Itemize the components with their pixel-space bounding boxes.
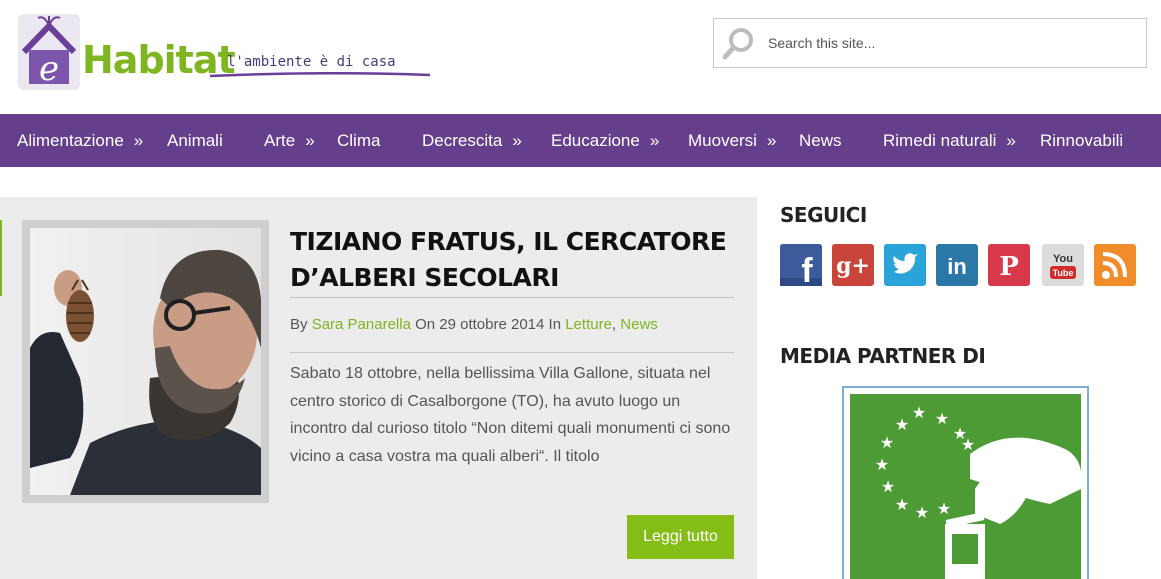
twitter-icon[interactable] — [884, 244, 926, 286]
post-thumbnail[interactable] — [22, 220, 269, 503]
media-partner-title: MEDIA PARTNER DI — [780, 344, 986, 368]
submenu-arrow-icon: » — [512, 131, 522, 150]
meta-date: On 29 ottobre 2014 In — [415, 316, 562, 333]
nav-item-clima[interactable]: Clima — [337, 114, 380, 167]
svg-text:g+: g+ — [836, 253, 870, 279]
category-link-letture[interactable]: Letture — [565, 316, 612, 333]
nav-label: Alimentazione — [17, 131, 124, 150]
nav-label: Rimedi naturali — [883, 131, 997, 150]
svg-text:Tube: Tube — [1053, 268, 1074, 278]
submenu-arrow-icon: » — [133, 131, 144, 150]
nav-item-rinnovabili[interactable]: Rinnovabili — [1040, 114, 1123, 167]
submenu-arrow-icon: » — [305, 131, 315, 150]
svg-text:★: ★ — [937, 499, 951, 518]
nav-item-news[interactable]: News — [799, 114, 842, 167]
google-plus-icon[interactable]: g+ — [832, 244, 874, 286]
svg-text:★: ★ — [961, 435, 975, 454]
nav-label: Educazione — [551, 131, 640, 150]
svg-text:★: ★ — [912, 403, 926, 422]
svg-text:★: ★ — [895, 415, 909, 434]
svg-text:★: ★ — [880, 433, 894, 452]
youtube-icon[interactable]: You Tube — [1042, 244, 1084, 286]
svg-text:You: You — [1053, 253, 1073, 265]
media-partner-badge[interactable]: ★ ★ ★ ★ ★ ★ ★ ★ ★ ★ ★ — [842, 386, 1089, 579]
follow-title: SEGUICI — [780, 203, 867, 227]
nav-label: Animali — [167, 131, 223, 150]
linkedin-icon[interactable]: in — [936, 244, 978, 286]
nav-label: Rinnovabili — [1040, 131, 1124, 150]
portrait-photo — [30, 228, 261, 495]
post-title[interactable]: TIZIANO FRATUS, IL CERCATORE D’ALBERI SE… — [290, 224, 740, 296]
svg-text:★: ★ — [915, 503, 929, 522]
facebook-icon[interactable]: f — [780, 244, 822, 290]
svg-text:★: ★ — [875, 455, 889, 474]
nav-item-decrescita[interactable]: Decrescita » — [422, 114, 522, 167]
nav-label: Clima — [337, 131, 381, 150]
nav-label: Arte — [264, 131, 296, 150]
submenu-arrow-icon: » — [1006, 131, 1016, 150]
nav-item-animali[interactable]: Animali — [167, 114, 223, 167]
submenu-arrow-icon: » — [766, 131, 777, 150]
divider — [290, 297, 734, 298]
nav-label: News — [799, 131, 842, 150]
logo-house-icon: e — [18, 14, 80, 90]
eu-recycling-logo: ★ ★★ ★★★ ★★ ★ ★★ — [850, 394, 1081, 579]
search-icon[interactable] — [722, 27, 756, 61]
read-more-button[interactable]: Leggi tutto — [627, 515, 734, 559]
nav-label: Decrescita — [422, 131, 503, 150]
nav-item-arte[interactable]: Arte » — [264, 114, 315, 167]
submenu-arrow-icon: » — [649, 131, 660, 150]
nav-item-muoversi[interactable]: Muoversi » — [688, 114, 776, 167]
post-meta: By Sara Panarella On 29 ottobre 2014 In … — [290, 316, 658, 333]
pinterest-icon[interactable]: P — [988, 244, 1030, 286]
svg-text:f: f — [801, 252, 813, 286]
meta-by: By — [290, 316, 308, 333]
svg-text:★: ★ — [895, 495, 909, 514]
svg-text:★: ★ — [935, 409, 949, 428]
search-input[interactable] — [768, 19, 1138, 67]
logo-underline-swoosh — [210, 72, 430, 78]
nav-item-alimentazione[interactable]: Alimentazione » — [17, 114, 143, 167]
search-box — [713, 18, 1147, 68]
author-link[interactable]: Sara Panarella — [312, 316, 411, 333]
main-nav: Alimentazione » Animali Arte » Clima Decre… — [0, 114, 1161, 167]
site-header: e Habitat l'ambiente è di casa — [0, 0, 1161, 113]
nav-label: Muoversi — [688, 131, 757, 150]
logo-tagline: l'ambiente è di casa — [227, 54, 396, 70]
divider — [290, 352, 734, 353]
logo-letter: e — [39, 49, 59, 89]
site-logo[interactable]: e Habitat l'ambiente è di casa — [14, 12, 444, 92]
post-accent-bar — [0, 220, 2, 296]
rss-icon[interactable] — [1094, 244, 1136, 286]
svg-text:P: P — [999, 252, 1019, 282]
category-separator: , — [611, 316, 617, 333]
nav-item-rimedi-naturali[interactable]: Rimedi naturali » — [883, 114, 1016, 167]
svg-text:in: in — [947, 254, 967, 279]
nav-item-educazione[interactable]: Educazione » — [551, 114, 659, 167]
svg-text:★: ★ — [881, 477, 895, 496]
post-excerpt: Sabato 18 ottobre, nella bellissima Vill… — [290, 365, 731, 465]
category-link-news[interactable]: News — [620, 316, 658, 333]
